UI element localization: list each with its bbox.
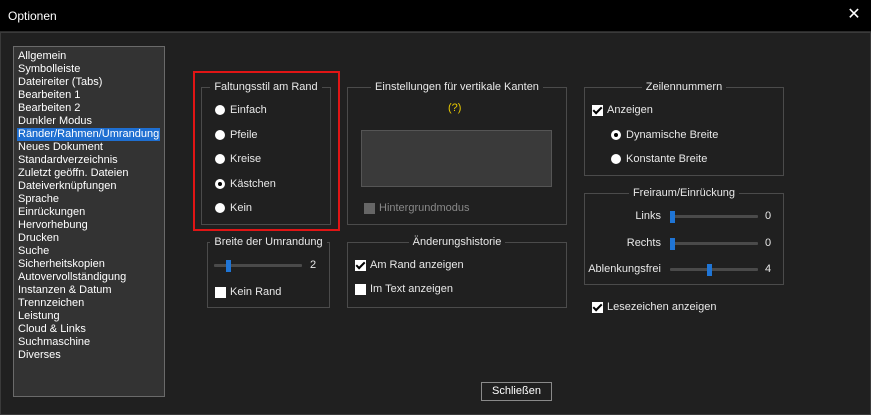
checkbox-label: Im Text anzeigen [370, 283, 453, 295]
folding-style-radio[interactable]: Kein [215, 202, 252, 214]
padding-slider-track[interactable] [670, 268, 758, 271]
no-border-label: Kein Rand [230, 286, 282, 298]
padding-slider-thumb[interactable] [706, 264, 712, 276]
category-item[interactable]: Sicherheitskopien [17, 258, 106, 271]
padding-slider-thumb[interactable] [670, 211, 675, 223]
help-hint-icon[interactable]: (?) [448, 102, 461, 114]
category-item[interactable]: Ränder/Rahmen/Umrandung [17, 128, 161, 141]
radio-label: Dynamische Breite [626, 129, 719, 141]
category-item[interactable]: Einrückungen [17, 206, 86, 219]
padding-slider-track[interactable] [670, 241, 758, 245]
radio-indicator[interactable] [611, 154, 621, 164]
category-item[interactable]: Neues Dokument [17, 141, 104, 154]
history-checkbox[interactable]: Am Rand anzeigen [355, 259, 464, 271]
category-item[interactable]: Allgemein [17, 50, 67, 63]
category-item[interactable]: Bearbeiten 1 [17, 89, 81, 102]
category-list[interactable]: Allgemein Symbolleiste Dateireiter (Tabs) B… [13, 46, 165, 397]
line-numbers-show-checkbox[interactable]: Anzeigen [592, 104, 653, 116]
radio-label: Einfach [230, 104, 267, 116]
history-legend: Änderungshistorie [412, 236, 502, 248]
border-width-value: 2 [310, 259, 317, 271]
radio-indicator[interactable] [611, 130, 621, 140]
radio-label: Kästchen [230, 177, 276, 190]
radio-label: Konstante Breite [626, 153, 708, 165]
radio-label: Pfeile [230, 128, 258, 141]
line-numbers-legend: Zeilennummern [645, 81, 723, 93]
category-item[interactable]: Instanzen & Datum [17, 284, 113, 297]
folding-style-radio[interactable]: Einfach [215, 104, 267, 116]
edge-preview-box [361, 130, 552, 187]
category-item[interactable]: Trennzeichen [17, 297, 85, 310]
checkbox-label: Am Rand anzeigen [370, 259, 464, 271]
category-item[interactable]: Suche [17, 245, 50, 258]
category-item[interactable]: Leistung [17, 310, 61, 323]
line-numbers-width-radio[interactable]: Dynamische Breite [611, 129, 718, 141]
padding-legend: Freiraum/Einrückung [632, 187, 736, 199]
bookmarks-label: Lesezeichen anzeigen [607, 301, 717, 313]
category-item[interactable]: Suchmaschine [17, 336, 91, 349]
checkbox-box[interactable] [355, 283, 366, 295]
padding-slider-label: Rechts [626, 236, 661, 249]
category-item[interactable]: Symbolleiste [17, 63, 81, 76]
padding-slider-thumb[interactable] [670, 237, 675, 250]
bookmarks-checkbox[interactable]: Lesezeichen anzeigen [592, 301, 716, 313]
background-mode-box[interactable] [364, 202, 375, 214]
radio-label: Kein [230, 202, 253, 214]
no-border-checkbox[interactable]: Kein Rand [215, 286, 281, 298]
category-item[interactable]: Hervorhebung [17, 219, 89, 232]
history-group: Änderungshistorie [347, 236, 567, 308]
padding-slider-track[interactable] [670, 215, 758, 218]
category-item[interactable]: Autovervollständigung [17, 271, 127, 284]
border-width-slider-thumb[interactable] [225, 260, 231, 272]
bookmarks-box[interactable] [592, 301, 603, 313]
line-numbers-width-radio[interactable]: Konstante Breite [611, 153, 707, 165]
padding-slider-value: 4 [765, 263, 772, 275]
category-item[interactable]: Dateireiter (Tabs) [17, 76, 103, 89]
category-item[interactable]: Standardverzeichnis [17, 154, 119, 167]
folding-style-radio[interactable]: Kreise [215, 153, 261, 165]
close-button[interactable]: Schließen [481, 382, 552, 401]
radio-indicator[interactable] [215, 129, 225, 140]
category-item[interactable]: Zuletzt geöffn. Dateien [17, 167, 129, 180]
padding-slider-label: Ablenkungsfrei [588, 263, 661, 275]
line-numbers-show-label: Anzeigen [607, 104, 653, 116]
padding-slider-label: Links [635, 210, 661, 222]
background-mode-label: Hintergrundmodus [379, 202, 470, 214]
window-title: Optionen [8, 9, 57, 23]
radio-indicator[interactable] [215, 203, 225, 213]
radio-indicator[interactable] [215, 178, 225, 189]
category-item[interactable]: Dunkler Modus [17, 115, 93, 128]
radio-indicator[interactable] [215, 105, 225, 115]
line-numbers-show-box[interactable] [592, 104, 603, 116]
folding-style-radio[interactable]: Pfeile [215, 129, 258, 141]
radio-label: Kreise [230, 153, 262, 165]
checkbox-box[interactable] [355, 259, 366, 271]
category-item[interactable]: Bearbeiten 2 [17, 102, 81, 115]
folding-style-radio[interactable]: Kästchen [215, 178, 276, 190]
category-item[interactable]: Dateiverknüpfungen [17, 180, 117, 193]
history-checkbox[interactable]: Im Text anzeigen [355, 283, 453, 295]
category-item[interactable]: Cloud & Links [17, 323, 87, 336]
title-bar [0, 0, 871, 32]
radio-indicator[interactable] [215, 154, 225, 164]
category-item[interactable]: Diverses [17, 349, 62, 362]
category-item[interactable]: Sprache [17, 193, 60, 206]
padding-slider-value: 0 [765, 210, 772, 222]
vertical-edges-legend: Einstellungen für vertikale Kanten [375, 81, 539, 93]
category-item[interactable]: Drucken [17, 232, 60, 245]
no-border-box[interactable] [215, 286, 226, 298]
background-mode-checkbox[interactable]: Hintergrundmodus [364, 202, 470, 214]
padding-slider-value: 0 [765, 236, 772, 249]
close-icon[interactable]: ✕ [845, 6, 863, 24]
border-width-legend: Breite der Umrandung [214, 236, 323, 248]
